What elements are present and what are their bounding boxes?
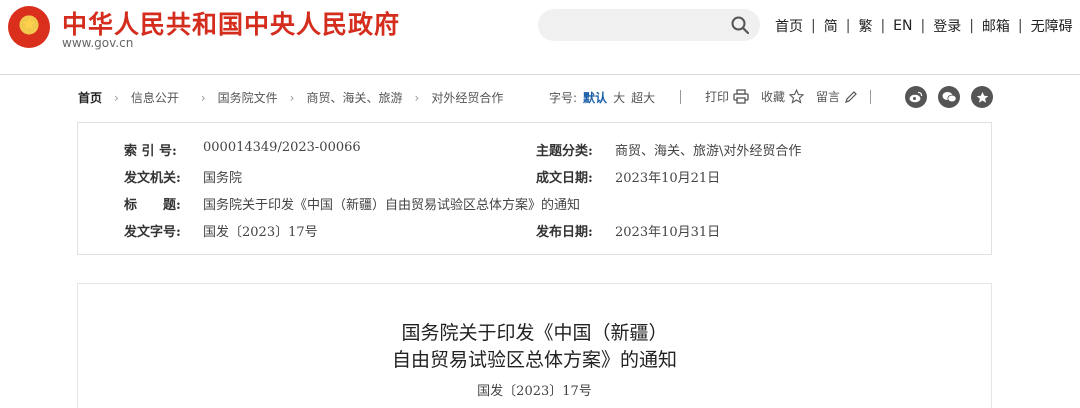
site-url: www.gov.cn xyxy=(62,36,134,50)
written-date-value: 2023年10月21日 xyxy=(615,171,721,186)
nav-english[interactable]: EN xyxy=(893,18,912,34)
font-size-switcher: 字号: 默认 大 超大 xyxy=(549,89,655,106)
font-size-large[interactable]: 大 xyxy=(613,89,625,106)
meta-row: 发文字号: 国发〔2023〕17号 发布日期: 2023年10月31日 xyxy=(78,221,991,241)
weibo-icon[interactable] xyxy=(905,86,927,108)
topic-value: 商贸、海关、旅游\对外经贸合作 xyxy=(615,144,802,159)
breadcrumb-arrow-icon: › xyxy=(414,90,420,105)
meta-row: 发文机关: 国务院 成文日期: 2023年10月21日 xyxy=(78,167,991,187)
nav-mailbox[interactable]: 邮箱 xyxy=(982,16,1010,36)
nav-separator: | xyxy=(969,18,974,34)
pencil-icon xyxy=(845,90,857,103)
breadcrumb-info-public[interactable]: 信息公开 xyxy=(131,89,179,106)
comment-label: 留言 xyxy=(816,90,841,104)
star-share-icon[interactable] xyxy=(971,86,993,108)
nav-separator: | xyxy=(1017,18,1023,34)
article-title-line-1: 国务院关于印发《中国（新疆） xyxy=(401,322,668,344)
index-label: 索 引 号: xyxy=(124,144,177,159)
share-icons xyxy=(905,86,993,108)
doc-number-label: 发文字号: xyxy=(124,225,181,240)
nav-separator: | xyxy=(811,18,816,34)
meta-row: 索 引 号: 000014349/2023-00066 主题分类: 商贸、海关、… xyxy=(78,140,991,160)
nav-traditional[interactable]: 繁 xyxy=(858,16,872,36)
font-size-xlarge[interactable]: 超大 xyxy=(631,89,655,106)
article-doc-number: 国发〔2023〕17号 xyxy=(477,384,592,399)
title-value: 国务院关于印发《中国（新疆）自由贸易试验区总体方案》的通知 xyxy=(203,198,581,213)
published-date-value: 2023年10月31日 xyxy=(615,225,721,240)
nav-login[interactable]: 登录 xyxy=(933,16,961,36)
top-nav: 首页 | 简 | 繁 | EN | 登录 | 邮箱 | 无障碍 xyxy=(775,16,1073,36)
wechat-icon[interactable] xyxy=(938,86,960,108)
nav-separator: | xyxy=(845,18,851,34)
nav-separator: | xyxy=(880,18,886,34)
site-header: 中华人民共和国中央人民政府 www.gov.cn 首页 | 简 | 繁 | EN… xyxy=(0,0,1080,75)
search-icon[interactable] xyxy=(730,15,750,35)
breadcrumb: 首页 › 信息公开 › 国务院文件 › 商贸、海关、旅游 › 对外经贸合作 xyxy=(78,89,503,106)
breadcrumb-arrow-icon: › xyxy=(289,90,295,105)
issuer-label: 发文机关: xyxy=(124,171,181,186)
doc-number-value: 国发〔2023〕17号 xyxy=(203,225,318,240)
published-date-label: 发布日期: xyxy=(536,225,593,240)
document-metadata: 索 引 号: 000014349/2023-00066 主题分类: 商贸、海关、… xyxy=(77,122,992,255)
nav-simplified[interactable]: 简 xyxy=(824,16,838,36)
favorite-button[interactable]: 收藏 xyxy=(761,88,805,105)
article-tools: 打印 收藏 留言 xyxy=(680,88,872,105)
nav-accessibility[interactable]: 无障碍 xyxy=(1031,16,1073,36)
breadcrumb-commerce[interactable]: 商贸、海关、旅游 xyxy=(306,89,402,106)
issuer-value: 国务院 xyxy=(203,171,243,186)
meta-row: 标 题: 国务院关于印发《中国（新疆）自由贸易试验区总体方案》的通知 xyxy=(78,194,991,214)
star-outline-icon xyxy=(789,89,805,104)
written-date-label: 成文日期: xyxy=(536,171,593,186)
breadcrumb-arrow-icon: › xyxy=(114,90,119,105)
nav-separator: | xyxy=(920,18,926,34)
search-input[interactable] xyxy=(538,9,760,41)
print-label: 打印 xyxy=(705,90,730,104)
favorite-label: 收藏 xyxy=(761,90,786,104)
breadcrumb-home[interactable]: 首页 xyxy=(78,89,102,106)
nav-home[interactable]: 首页 xyxy=(775,16,803,36)
printer-icon xyxy=(733,89,749,104)
article-title-line-2: 自由贸易试验区总体方案》的通知 xyxy=(391,349,677,371)
font-size-default[interactable]: 默认 xyxy=(583,89,607,106)
divider xyxy=(680,89,681,104)
divider xyxy=(870,89,872,104)
breadcrumb-state-council-docs[interactable]: 国务院文件 xyxy=(218,89,278,106)
title-label: 标 题: xyxy=(124,198,181,213)
breadcrumb-foreign-trade[interactable]: 对外经贸合作 xyxy=(431,89,503,106)
font-size-label: 字号: xyxy=(549,91,578,105)
topic-label: 主题分类: xyxy=(536,144,593,159)
article-body: 国务院关于印发《中国（新疆） 自由贸易试验区总体方案》的通知 国发〔2023〕1… xyxy=(77,283,992,408)
print-button[interactable]: 打印 xyxy=(705,88,749,105)
comment-button[interactable]: 留言 xyxy=(816,88,858,105)
national-emblem-icon[interactable] xyxy=(8,6,50,48)
index-value: 000014349/2023-00066 xyxy=(203,140,361,155)
breadcrumb-arrow-icon: › xyxy=(200,90,206,105)
